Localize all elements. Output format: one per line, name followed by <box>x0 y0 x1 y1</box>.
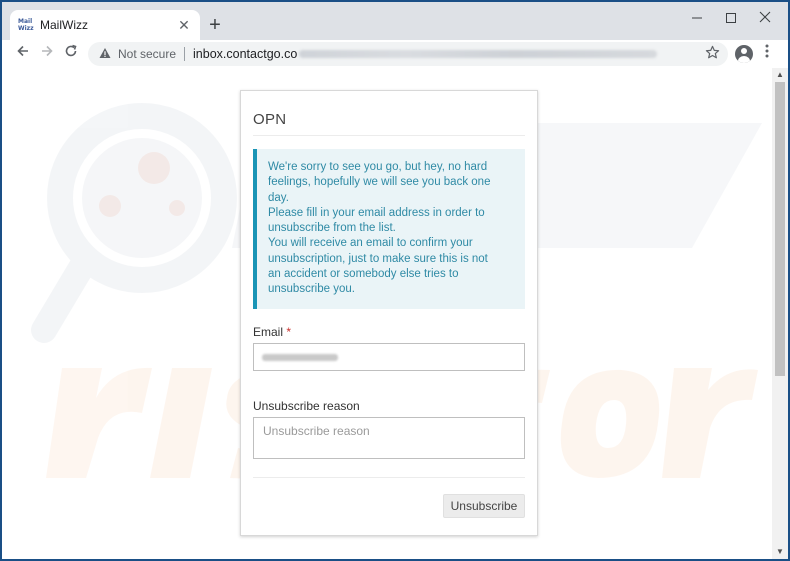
info-callout: We're sorry to see you go, but hey, no h… <box>253 149 525 309</box>
star-icon[interactable] <box>705 45 720 64</box>
maximize-icon[interactable] <box>714 8 748 30</box>
scroll-down-icon[interactable]: ▼ <box>772 545 788 559</box>
unsubscribe-card: OPN We're sorry to see you go, but hey, … <box>240 90 538 536</box>
address-bar[interactable]: Not secure inbox.contactgo.co <box>88 42 728 66</box>
url-host[interactable]: inbox.contactgo.co <box>193 47 297 61</box>
title-divider <box>253 135 525 136</box>
close-icon[interactable] <box>748 8 782 30</box>
warning-icon[interactable] <box>98 47 112 62</box>
omnibox-divider <box>184 47 186 61</box>
page-viewport: OPN We're sorry to see you go, but hey, … <box>2 68 788 559</box>
minimize-icon[interactable] <box>680 8 714 30</box>
required-mark: * <box>286 325 292 339</box>
callout-message: We're sorry to see you go, but hey, no h… <box>268 161 491 296</box>
forward-arrow-icon[interactable] <box>36 43 58 65</box>
menu-icon[interactable] <box>760 43 774 65</box>
url-path-redacted <box>299 50 658 58</box>
card-title: OPN <box>253 111 287 128</box>
reason-textarea[interactable] <box>253 417 525 459</box>
scrollbar-thumb[interactable] <box>775 82 785 376</box>
browser-window: Mail Wizz MailWizz ✕ + Not secure inbox.… <box>2 2 788 559</box>
mailwizz-favicon-icon: Mail Wizz <box>18 18 34 32</box>
tab-mailwizz[interactable]: Mail Wizz MailWizz ✕ <box>10 10 200 40</box>
tab-title: MailWizz <box>40 18 88 32</box>
email-label-text: Email <box>253 325 284 339</box>
new-tab-button[interactable]: + <box>205 14 225 36</box>
tab-strip: Mail Wizz MailWizz ✕ + <box>2 2 788 40</box>
reload-icon[interactable] <box>60 43 82 65</box>
reason-label: Unsubscribe reason <box>253 399 360 413</box>
scroll-up-icon[interactable]: ▲ <box>772 68 788 82</box>
email-value-redacted <box>262 353 338 361</box>
form-divider <box>253 477 525 478</box>
email-label: Email * <box>253 325 291 339</box>
security-status[interactable]: Not secure <box>118 47 176 61</box>
browser-toolbar: Not secure inbox.contactgo.co <box>2 40 788 68</box>
unsubscribe-button[interactable]: Unsubscribe <box>443 494 525 518</box>
back-arrow-icon[interactable] <box>12 43 34 65</box>
email-field[interactable] <box>253 343 525 371</box>
scrollbar[interactable]: ▲ ▼ <box>772 68 788 559</box>
avatar-icon[interactable] <box>735 45 753 63</box>
tab-close-icon[interactable]: ✕ <box>176 17 192 34</box>
